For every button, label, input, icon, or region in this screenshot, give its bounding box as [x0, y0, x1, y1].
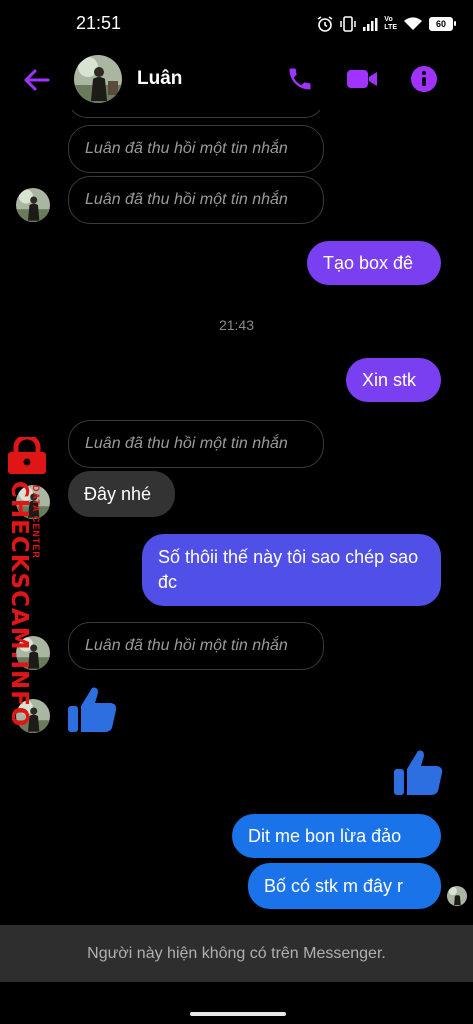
- outgoing-message[interactable]: Bố có stk m đây r: [248, 863, 441, 909]
- outgoing-message[interactable]: Số thôii thế này tôi sao chép sao đc: [142, 534, 441, 606]
- alarm-icon: [317, 16, 333, 32]
- watermark-text: CHECKSCAM.INFO: [6, 481, 32, 728]
- volte-top: Vo: [384, 16, 393, 23]
- video-camera-icon: [347, 70, 377, 88]
- vibrate-icon: [340, 16, 357, 32]
- status-time: 21:51: [76, 13, 122, 33]
- unsent-message[interactable]: Luân đã thu hồi một tin nhắn: [68, 176, 324, 224]
- info-icon: [411, 66, 437, 92]
- unsent-message[interactable]: Luân đã thu hồi một tin nhắn: [68, 622, 324, 670]
- lock-icon: [8, 437, 46, 474]
- outgoing-message[interactable]: Xin stk: [346, 358, 441, 402]
- wifi-icon: [404, 17, 422, 30]
- voice-call-button[interactable]: [284, 63, 316, 95]
- contact-avatar[interactable]: [74, 55, 122, 103]
- signal-icon: [363, 18, 378, 31]
- status-bar: 21:51 Vo LTE 60: [0, 0, 473, 48]
- watermark-subtext: DATA CENTER: [31, 485, 41, 559]
- thumbs-up-icon[interactable]: [392, 747, 444, 797]
- volte-bottom: LTE: [384, 24, 397, 31]
- incoming-message[interactable]: Đây nhé: [68, 471, 175, 517]
- outgoing-message[interactable]: Dit me bon lừa đảo: [232, 814, 441, 858]
- message-thread[interactable]: Luân đã thu hồi một tin nhắn Luân đã thu…: [0, 110, 473, 925]
- info-button[interactable]: [408, 63, 440, 95]
- sender-avatar[interactable]: [16, 188, 50, 222]
- unsent-message[interactable]: Luân đã thu hồi một tin nhắn: [68, 420, 324, 468]
- unsent-message[interactable]: Luân đã thu hồi một tin nhắn: [68, 125, 324, 173]
- back-button[interactable]: [20, 64, 52, 96]
- status-icons: Vo LTE 60: [316, 12, 456, 36]
- contact-name[interactable]: Luân: [137, 68, 182, 90]
- unavailable-notice: Người này hiện không có trên Messenger.: [0, 925, 473, 982]
- volte-indicator: Vo LTE: [384, 16, 397, 32]
- timestamp: 21:43: [218, 317, 255, 333]
- unsent-bubble-partial: [68, 110, 324, 118]
- seen-avatar: [447, 886, 467, 906]
- watermark: CHECKSCAM.INFO DATA CENTER: [2, 437, 52, 727]
- home-indicator[interactable]: [190, 1012, 286, 1016]
- outgoing-message[interactable]: Tạo box đê: [307, 241, 441, 285]
- battery-icon: 60: [429, 17, 456, 31]
- chat-header: Luân: [0, 48, 473, 110]
- thumbs-up-icon[interactable]: [66, 684, 118, 734]
- video-call-button[interactable]: [344, 63, 380, 95]
- phone-icon: [289, 68, 311, 90]
- arrow-left-icon: [24, 69, 50, 91]
